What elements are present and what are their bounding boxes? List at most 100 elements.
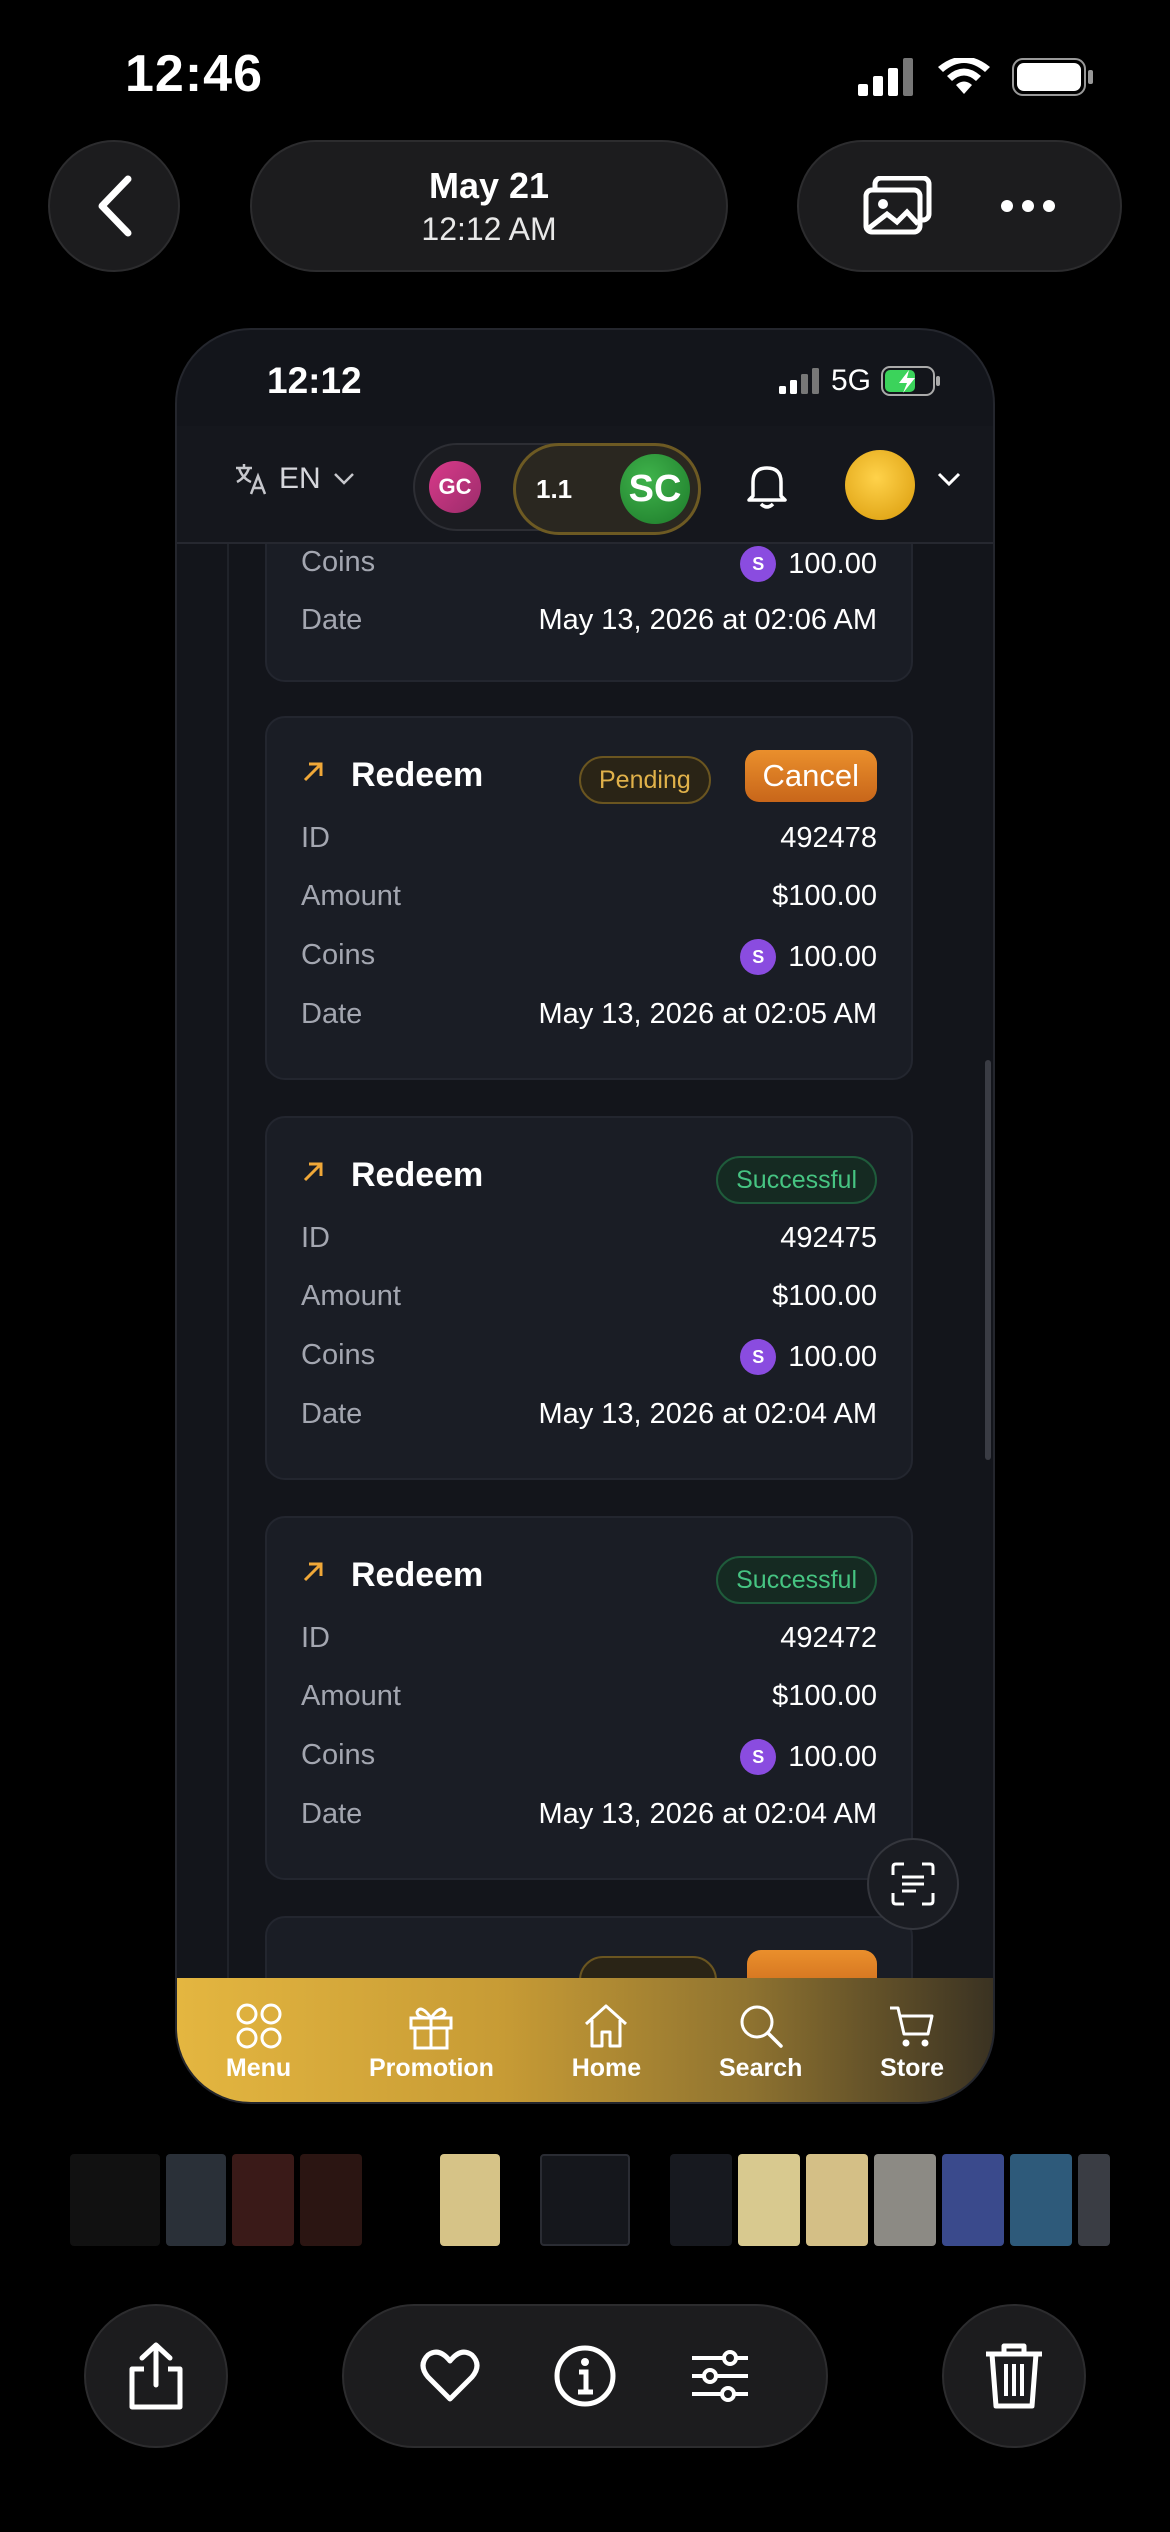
date-row: Date May 13, 2026 at 02:04 AM: [301, 1394, 877, 1438]
home-icon: [585, 2004, 628, 2047]
inner-status-time: 12:12: [267, 360, 362, 401]
tab-menu[interactable]: Menu: [226, 2002, 291, 2083]
transaction-type: Redeem: [351, 1556, 484, 1594]
date-value: May 13, 2026 at 02:05 AM: [538, 998, 877, 1030]
battery-charging-icon: [881, 366, 940, 396]
chevron-down-icon[interactable]: [937, 472, 961, 488]
photo-actions-pill: [797, 140, 1122, 272]
tab-home[interactable]: Home: [572, 2002, 641, 2083]
coins-value: 100.00: [788, 1740, 877, 1773]
language-label: EN: [279, 462, 321, 495]
live-text-button[interactable]: [867, 1838, 959, 1930]
arrow-up-right-icon: [303, 762, 323, 782]
coins-value-wrap: S 100.00: [740, 546, 877, 582]
photo-thumbnail[interactable]: [874, 2154, 936, 2246]
coins-row: Coins S 100.00: [301, 1335, 877, 1379]
photo-thumbnail[interactable]: [1010, 2154, 1072, 2246]
tab-label: Store: [880, 2053, 945, 2082]
coins-label: Coins: [301, 546, 376, 578]
tab-store[interactable]: Store: [880, 2002, 944, 2083]
adjust-icon[interactable]: [690, 2349, 750, 2403]
transaction-card: Coins S 100.00 Date May 13, 2026 at 02:0…: [265, 544, 913, 682]
gallery-icon[interactable]: [863, 176, 933, 236]
sc-coin-badge: SC: [620, 454, 690, 524]
date-value: May 13, 2026 at 02:06 AM: [538, 604, 877, 636]
date-label: Date: [301, 1398, 363, 1430]
currency-switcher[interactable]: GC 1.1 SC: [413, 443, 701, 535]
info-icon[interactable]: [553, 2344, 617, 2408]
delete-button[interactable]: [942, 2304, 1086, 2448]
scrollbar[interactable]: [985, 1060, 991, 1460]
date-value: May 13, 2026 at 02:04 AM: [538, 1798, 877, 1830]
amount-label: Amount: [301, 880, 401, 912]
coins-row: Coins S 100.00: [301, 935, 877, 979]
id-row: ID 492478: [301, 818, 877, 862]
coins-row: Coins S 100.00: [301, 1735, 877, 1779]
coins-label: Coins: [301, 1739, 376, 1771]
status-badge: Successful: [716, 1156, 877, 1204]
more-icon[interactable]: [1000, 199, 1056, 213]
bell-icon[interactable]: [745, 460, 789, 510]
photo-thumbnail[interactable]: [738, 2154, 800, 2246]
screenshot-preview: 12:12 5G EN GC 1.1 SC Coins S 100.00 Dat…: [175, 328, 995, 2104]
cellular-signal-icon: [858, 58, 913, 96]
photo-thumbnail[interactable]: [440, 2154, 500, 2246]
amount-label: Amount: [301, 1280, 401, 1312]
back-button[interactable]: [48, 140, 180, 272]
date-label: Date: [301, 604, 363, 636]
coins-value-wrap: S 100.00: [740, 1739, 877, 1775]
photo-thumbnail[interactable]: [70, 2154, 160, 2246]
transaction-card: Redeem Pending Cancel ID 492478 Amount $…: [265, 716, 913, 1080]
chevron-down-icon: [333, 473, 354, 485]
coins-value-wrap: S 100.00: [740, 1339, 877, 1375]
photo-thumbnail[interactable]: [540, 2154, 630, 2246]
photo-date-pill: May 21 12:12 AM: [250, 140, 728, 272]
sweeps-coin-icon: S: [740, 1339, 777, 1375]
language-selector[interactable]: EN: [233, 462, 355, 496]
photo-thumbnail[interactable]: [300, 2154, 362, 2246]
card-header: Redeem Successful: [301, 1148, 877, 1204]
network-label: 5G: [830, 364, 871, 397]
photo-thumbnail[interactable]: [942, 2154, 1004, 2246]
amount-row: Amount $100.00: [301, 1676, 877, 1720]
grid-icon: [236, 2003, 282, 2048]
date-row: Date May 13, 2026 at 02:05 AM: [301, 994, 877, 1038]
sweeps-coin-balance[interactable]: 1.1 SC: [513, 443, 701, 535]
date-label: Date: [301, 1798, 363, 1830]
heart-icon[interactable]: [420, 2349, 480, 2403]
cellular-signal-icon: [778, 368, 819, 394]
thumbnail-strip[interactable]: [70, 2154, 1110, 2246]
amount-value: $100.00: [772, 1680, 877, 1712]
inner-status-bar: 12:12 5G: [177, 330, 993, 426]
outer-status-time: 12:46: [125, 45, 263, 103]
text-scan-icon: [891, 1862, 935, 1906]
photo-tools-pill: [342, 2304, 828, 2448]
transaction-type: Redeem: [351, 1156, 484, 1194]
cancel-button[interactable]: Cancel: [744, 750, 877, 802]
status-badge: Pending: [579, 756, 711, 804]
id-value: 492472: [780, 1622, 877, 1654]
gold-coin-toggle[interactable]: GC: [429, 461, 481, 513]
photo-thumbnail[interactable]: [232, 2154, 294, 2246]
arrow-up-right-icon: [303, 1562, 323, 1582]
tab-search[interactable]: Search: [719, 2002, 802, 2083]
share-button[interactable]: [84, 2304, 228, 2448]
photo-thumbnail[interactable]: [166, 2154, 226, 2246]
photo-thumbnail[interactable]: [670, 2154, 732, 2246]
avatar[interactable]: [845, 450, 915, 520]
sc-balance-value: 1.1: [536, 474, 573, 504]
id-value: 492478: [780, 822, 877, 854]
transaction-list: Coins S 100.00 Date May 13, 2026 at 02:0…: [227, 544, 947, 2000]
id-row: ID 492475: [301, 1218, 877, 1262]
tab-promotion[interactable]: Promotion: [369, 2002, 494, 2083]
amount-value: $100.00: [772, 1280, 877, 1312]
date-label: Date: [301, 998, 363, 1030]
sweeps-coin-icon: S: [740, 546, 777, 582]
tab-label: Search: [718, 2053, 803, 2082]
photo-thumbnail[interactable]: [1078, 2154, 1110, 2246]
coins-row: Coins S 100.00: [301, 544, 877, 586]
gift-icon: [409, 2007, 453, 2049]
photo-thumbnail[interactable]: [806, 2154, 868, 2246]
amount-row: Amount $100.00: [301, 876, 877, 920]
cart-icon: [890, 2006, 934, 2046]
